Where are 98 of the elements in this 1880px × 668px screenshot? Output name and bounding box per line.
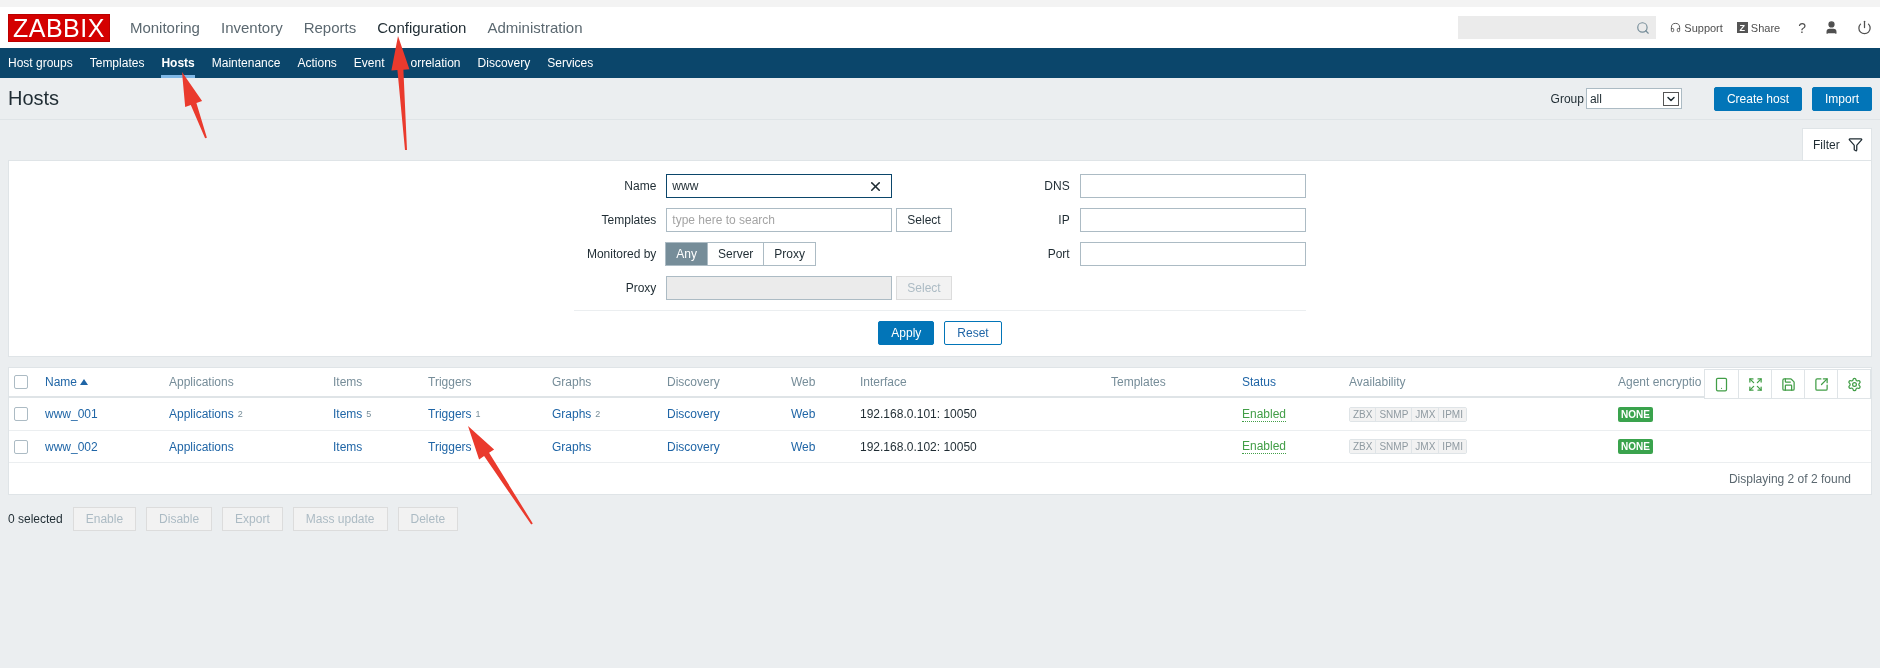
nav-tab[interactable]: Actions	[297, 48, 337, 78]
selected-count: 0 selected	[8, 512, 63, 526]
field-label: IP	[1057, 213, 1070, 227]
field-label: Monitored by	[585, 247, 657, 261]
primary-button[interactable]: Create host	[1713, 86, 1802, 111]
count-label: 2	[595, 409, 601, 419]
availability-tag: ZBX	[1350, 407, 1376, 421]
apply-button[interactable]: Apply	[878, 321, 935, 345]
text-field[interactable]	[1079, 242, 1306, 266]
field-label: DNS	[1043, 179, 1070, 193]
availability-tag: ZBX	[1350, 440, 1376, 453]
filter-icon	[1848, 137, 1863, 152]
menu-item[interactable]: Inventory	[220, 19, 283, 36]
segment-button[interactable]: Any	[665, 242, 708, 266]
segment-button[interactable]: Proxy	[763, 242, 817, 266]
nav-tab[interactable]: Maintenance	[211, 48, 281, 78]
status-link[interactable]: Enabled	[1242, 406, 1287, 422]
availability-tag: IPMI	[1438, 407, 1466, 421]
column-header: Discovery	[667, 375, 720, 389]
result-count: Displaying 2 of 2 found	[1728, 471, 1851, 486]
menu-item[interactable]: Configuration	[377, 19, 467, 36]
nav-tab[interactable]: Templates	[89, 48, 145, 78]
dropdown-icon	[1662, 91, 1679, 106]
support-link[interactable]: Support	[1670, 21, 1723, 34]
text-field[interactable]	[1079, 208, 1306, 232]
count-label: 2	[237, 409, 243, 419]
table-link[interactable]: Graphs	[552, 439, 592, 454]
column-header: Availability	[1349, 375, 1406, 389]
table-link[interactable]: Triggers	[428, 407, 472, 421]
column-header: Items	[333, 375, 363, 389]
table-link[interactable]: Discovery	[667, 439, 720, 454]
field-label: Templates	[600, 213, 657, 227]
table-cell: 192.168.0.101: 10050	[860, 407, 977, 421]
share-link[interactable]: Z Share	[1736, 21, 1781, 34]
column-header: Web	[791, 375, 816, 389]
table-link[interactable]: Discovery	[667, 407, 720, 421]
checkbox[interactable]	[14, 407, 28, 421]
menu-item[interactable]: Administration	[487, 19, 583, 36]
column-header: Interface	[860, 375, 907, 389]
share-badge: Z	[1736, 22, 1748, 33]
table-link[interactable]: Web	[791, 439, 816, 454]
help-link[interactable]: ?	[1798, 19, 1806, 36]
group-select[interactable]: all	[1585, 88, 1682, 109]
field-value: www	[672, 179, 699, 193]
table-link[interactable]: Items	[333, 407, 363, 421]
table-link[interactable]: Graphs	[552, 407, 592, 421]
field-label: Proxy	[624, 281, 657, 295]
table-link[interactable]: Web	[791, 407, 816, 421]
column-header: Templates	[1111, 375, 1166, 389]
annotation-arrow	[182, 72, 207, 139]
encryption-tag: NONE	[1618, 439, 1653, 454]
count-label: 5	[366, 409, 372, 419]
column-header: Applications	[169, 375, 234, 389]
field-label: Port	[1046, 247, 1070, 261]
nav-tab[interactable]: Services	[547, 48, 594, 78]
checkbox[interactable]	[14, 375, 28, 389]
host-link[interactable]: www_001	[45, 407, 98, 421]
column-header[interactable]: Status	[1242, 375, 1277, 389]
headset-icon	[1670, 22, 1682, 33]
availability-tag: IPMI	[1438, 440, 1466, 453]
segment-button[interactable]: Server	[707, 242, 765, 266]
text-field[interactable]	[1079, 174, 1306, 198]
table-link[interactable]: Applications	[169, 439, 234, 454]
user-icon[interactable]	[1824, 20, 1839, 35]
nav-tab[interactable]: Discovery	[477, 48, 531, 78]
table-cell: 192.168.0.102: 10050	[860, 439, 977, 454]
filter-tab[interactable]: Filter	[1802, 128, 1872, 160]
column-header: Triggers	[428, 375, 472, 389]
power-icon[interactable]	[1857, 20, 1872, 35]
encryption-tag: NONE	[1618, 406, 1653, 422]
table-link[interactable]: Triggers	[428, 439, 472, 454]
reset-button[interactable]: Reset	[944, 321, 1002, 345]
host-link[interactable]: www_002	[45, 439, 98, 454]
availability-tag: JMX	[1411, 407, 1439, 421]
select-button[interactable]: Select	[896, 208, 952, 232]
nav-tab[interactable]: Event orrelation	[353, 48, 461, 78]
text-field[interactable]: www	[666, 174, 893, 198]
column-header: Graphs	[552, 375, 592, 389]
logo[interactable]: ZABBIX	[8, 13, 110, 42]
checkbox[interactable]	[14, 439, 28, 454]
menu-item[interactable]: Reports	[303, 19, 357, 36]
column-header: Agent encryptio	[1618, 375, 1702, 389]
availability-tag: SNMP	[1375, 407, 1412, 421]
nav-tab[interactable]: Host groups	[8, 48, 73, 78]
search-field[interactable]	[1458, 16, 1657, 39]
field-label: Name	[623, 179, 657, 193]
table-link[interactable]: Applications	[169, 407, 234, 421]
menu-item[interactable]: Monitoring	[129, 19, 200, 36]
status-link[interactable]: Enabled	[1242, 439, 1287, 454]
page-title: Hosts	[8, 87, 61, 110]
availability-tag: SNMP	[1375, 440, 1412, 453]
availability-tag: JMX	[1411, 440, 1439, 453]
group-label: Group	[1550, 91, 1584, 106]
search-icon[interactable]	[1636, 20, 1651, 35]
primary-button[interactable]: Import	[1812, 86, 1872, 111]
table-link[interactable]: Items	[333, 439, 363, 454]
count-label: 1	[475, 409, 481, 419]
column-header[interactable]: Name	[45, 375, 77, 389]
